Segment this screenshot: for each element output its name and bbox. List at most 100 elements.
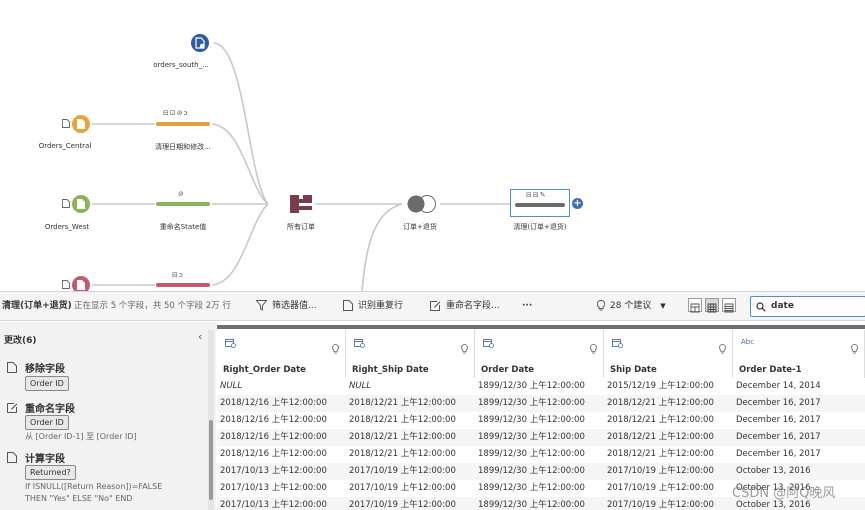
- table-row[interactable]: 2018/12/16 上午12:00:00 2018/12/21 上午12:00:…: [217, 412, 865, 429]
- clean-step-label: 清理(订单+退货): [513, 223, 567, 231]
- table-cell: 2018/12/16 上午12:00:00: [220, 432, 327, 442]
- profile-layout-icon: [690, 303, 700, 313]
- grid-view-button[interactable]: [705, 298, 719, 313]
- identify-duplicates-button[interactable]: 识别重复行: [343, 292, 403, 320]
- lightbulb-icon[interactable]: [851, 339, 858, 358]
- string-type-icon: Abc: [741, 338, 755, 346]
- table-cell: 2018/12/16 上午12:00:00: [220, 398, 327, 408]
- column-header[interactable]: Right_Order Date: [217, 330, 346, 378]
- table-cell: December 14, 2014: [736, 381, 821, 391]
- selected-clean-step[interactable]: ⊟⊟✎: [510, 189, 570, 217]
- lightbulb-icon[interactable]: [332, 339, 339, 358]
- table-cell: 2018/12/21 上午12:00:00: [607, 432, 714, 442]
- table-cell: 2017/10/19 上午12:00:00: [607, 466, 714, 476]
- change-formula-line2: THEN "Yes" ELSE "No" END: [25, 494, 133, 503]
- rename-icon: [7, 403, 18, 413]
- more-options-button[interactable]: ···: [522, 292, 532, 320]
- table-layout-icon: [707, 303, 717, 313]
- collapse-panel-icon[interactable]: ‹: [198, 330, 202, 343]
- column-header[interactable]: Abc Order Date-1: [733, 330, 865, 378]
- table-cell: 1899/12/30 上午12:00:00: [478, 500, 585, 510]
- change-field-chip: Order ID: [25, 376, 69, 391]
- rename-state-label: 重命名State值: [159, 223, 207, 231]
- clean-dates-label: 清理日期和修改...: [155, 143, 211, 151]
- column-name: Right_Order Date: [223, 365, 306, 375]
- table-cell: 2017/10/13 上午12:00:00: [220, 483, 327, 493]
- east-step[interactable]: [156, 283, 210, 287]
- lightbulb-icon: [597, 300, 605, 311]
- rename-state-step[interactable]: [156, 202, 210, 206]
- lightbulb-icon[interactable]: [719, 339, 726, 358]
- change-title[interactable]: 计算字段: [25, 450, 65, 465]
- filter-values-label: 筛选器值...: [272, 301, 317, 311]
- change-title[interactable]: 重命名字段: [25, 400, 75, 415]
- table-cell: 2018/12/21 上午12:00:00: [349, 449, 456, 459]
- column-header[interactable]: Ship Date: [604, 330, 733, 378]
- field-search-box[interactable]: date: [750, 296, 865, 317]
- clean-dates-step[interactable]: [156, 122, 210, 126]
- column-name: Order Date: [481, 365, 535, 375]
- table-cell: December 16, 2017: [736, 398, 821, 408]
- step-name: 清理(订单+退货): [2, 301, 72, 311]
- add-step-button[interactable]: +: [572, 198, 583, 209]
- file-icon: [77, 119, 85, 129]
- orders-south-node[interactable]: [191, 34, 209, 52]
- changes-panel: 更改(6) ‹ 移除字段 Order ID 重命名字段 Order ID 从 […: [0, 322, 216, 510]
- rename-field-button[interactable]: 重命名字段...: [430, 292, 500, 320]
- list-view-button[interactable]: [722, 298, 736, 313]
- table-cell: 2018/12/21 上午12:00:00: [349, 398, 456, 408]
- orders-west-node[interactable]: [72, 195, 90, 213]
- table-cell: 2015/12/19 上午12:00:00: [607, 381, 714, 391]
- link-returns-join: [361, 203, 403, 291]
- change-title[interactable]: 移除字段: [25, 360, 65, 375]
- join-icon[interactable]: [407, 195, 437, 213]
- profile-view-button[interactable]: [688, 298, 702, 313]
- lightbulb-icon[interactable]: [461, 339, 468, 358]
- orders-east-node[interactable]: [72, 276, 90, 291]
- lightbulb-icon[interactable]: [590, 339, 597, 358]
- duplicate-icon: [343, 300, 353, 311]
- search-input[interactable]: date: [771, 297, 794, 316]
- table-cell: 2017/10/19 上午12:00:00: [607, 483, 714, 493]
- column-name: Ship Date: [610, 365, 657, 375]
- rename-field-label: 重命名字段...: [446, 301, 500, 311]
- table-row[interactable]: 2018/12/16 上午12:00:00 2018/12/21 上午12:00:…: [217, 446, 865, 463]
- file-icon: [77, 199, 85, 209]
- table-row[interactable]: NULL NULL 1899/12/30 上午12:00:00 2015/12/19 …: [217, 378, 865, 395]
- link-clean-union: [211, 123, 269, 205]
- filter-values-button[interactable]: 筛选器值...: [256, 292, 317, 320]
- table-row[interactable]: 2017/10/13 上午12:00:00 2017/10/19 上午12:00:…: [217, 463, 865, 480]
- suggestions-button[interactable]: 28 个建议 ▼: [597, 292, 666, 320]
- list-layout-icon: [724, 303, 734, 313]
- step-change-icons: ⊟ↄ: [172, 271, 184, 279]
- table-cell: 2018/12/16 上午12:00:00: [220, 449, 327, 459]
- table-cell: 2018/12/21 上午12:00:00: [607, 449, 714, 459]
- changes-scrollbar-thumb[interactable]: [209, 420, 213, 500]
- column-name: Order Date-1: [739, 365, 802, 375]
- table-cell: 1899/12/30 上午12:00:00: [478, 466, 585, 476]
- change-detail: 从 [Order ID-1] 至 [Order ID]: [25, 432, 137, 441]
- step-change-icons: ⊟⊡⊘ↄ: [163, 109, 189, 117]
- column-header[interactable]: Order Date: [475, 330, 604, 378]
- date-type-icon: [612, 338, 623, 350]
- column-name: Right_Ship Date: [352, 365, 429, 375]
- watermark-text: CSDN @阿Q晚风: [732, 486, 836, 501]
- table-row[interactable]: 2018/12/16 上午12:00:00 2018/12/21 上午12:00:…: [217, 395, 865, 412]
- filter-icon: [256, 300, 267, 311]
- field-status: 正在显示 5 个字段，共 50 个字段 2万 行: [74, 301, 231, 311]
- table-row[interactable]: 2018/12/16 上午12:00:00 2018/12/21 上午12:00:…: [217, 429, 865, 446]
- column-header[interactable]: Right_Ship Date: [346, 330, 475, 378]
- orders-central-node[interactable]: [72, 115, 90, 133]
- identify-duplicates-label: 识别重复行: [358, 301, 404, 311]
- clean-step-bar: [515, 203, 565, 207]
- table-cell: December 16, 2017: [736, 415, 821, 425]
- flow-canvas[interactable]: orders_south_... Orders_Central Orders_W…: [0, 0, 865, 291]
- join-label: 订单+退货: [403, 223, 437, 231]
- grid-top-bar: [217, 325, 865, 329]
- table-cell: 2017/10/19 上午12:00:00: [349, 500, 456, 510]
- union-icon[interactable]: [290, 195, 312, 213]
- union-label: 所有订单: [287, 223, 315, 231]
- link-icon: ⊘: [178, 190, 185, 198]
- suggestions-label: 28 个建议: [610, 301, 652, 311]
- table-cell: 1899/12/30 上午12:00:00: [478, 432, 585, 442]
